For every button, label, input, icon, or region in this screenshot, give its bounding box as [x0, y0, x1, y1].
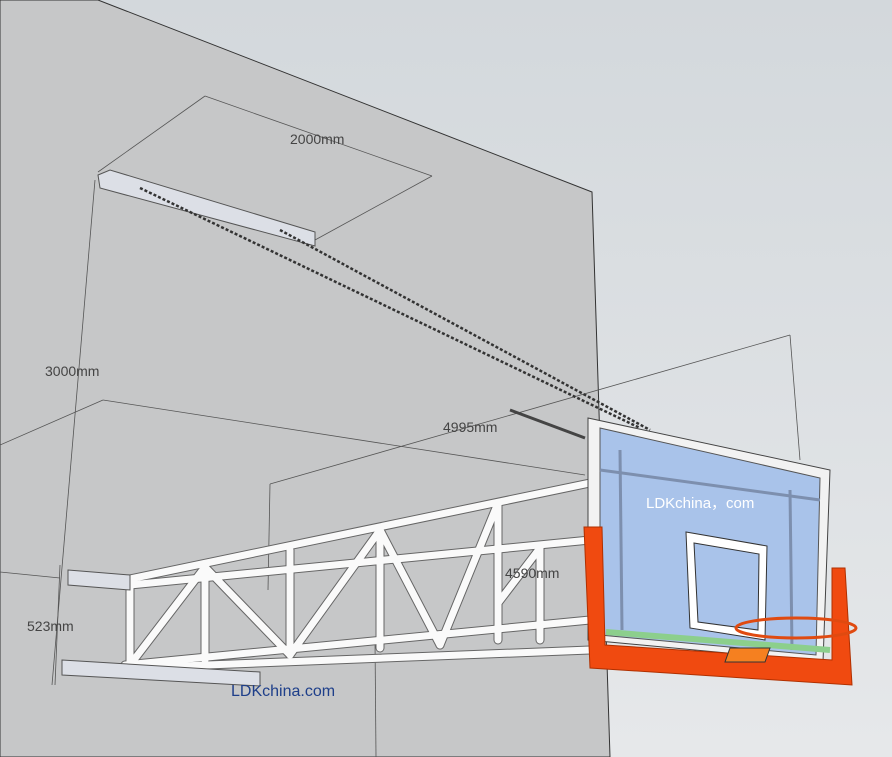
wall-watermark: LDKchina.com [231, 683, 335, 700]
dimension-3000: 3000mm [45, 363, 99, 379]
dimension-4995: 4995mm [443, 419, 497, 435]
backboard-watermark: LDKchina，com [646, 495, 754, 512]
basketball-hoop-diagram: 2000mm 3000mm 4995mm 4590mm 523mm LDKchi… [0, 0, 892, 757]
dimension-2000: 2000mm [290, 131, 344, 147]
dimension-523: 523mm [27, 618, 74, 634]
dimension-4590: 4590mm [505, 565, 559, 581]
